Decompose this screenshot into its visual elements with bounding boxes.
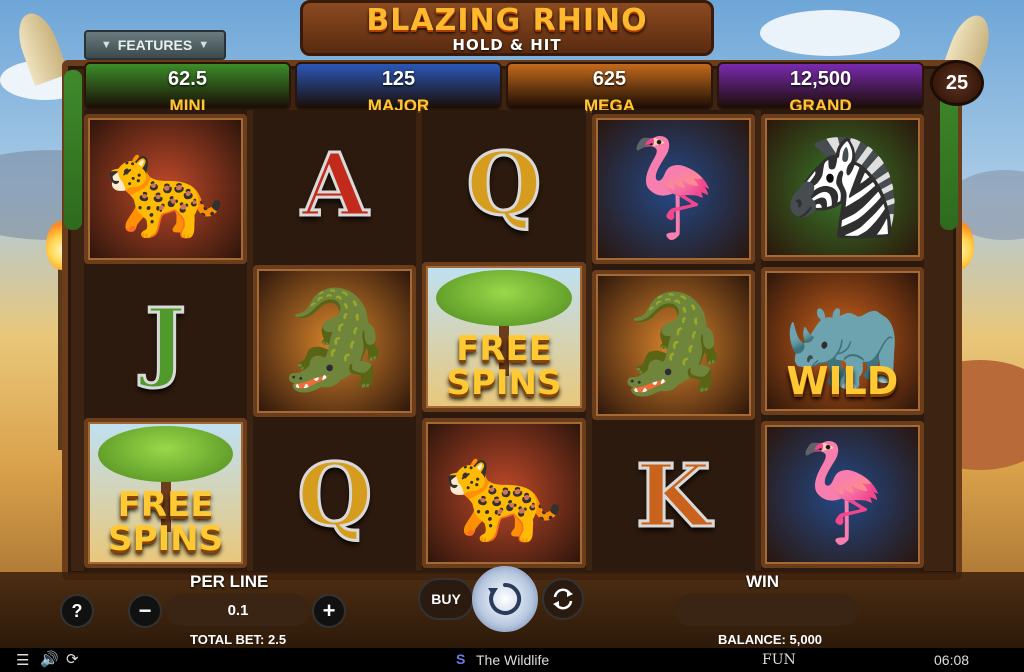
clock: 06:08 (934, 652, 970, 668)
win-value (674, 594, 858, 626)
cheetah-icon: 🐆 (105, 135, 226, 242)
increase-bet-button[interactable]: + (312, 594, 346, 628)
symbol-free-spins: FREE SPINS (422, 262, 586, 412)
decrease-bet-button[interactable]: − (128, 594, 162, 628)
flamingo-icon: 🦩 (613, 135, 733, 242)
symbol-wild-rhino: 🦏 WILD (760, 267, 925, 415)
jackpot-mini: 62.5 MINI (84, 62, 291, 115)
letter-symbol: J (144, 290, 188, 391)
crocodile-icon: 🐊 (275, 287, 395, 394)
autoplay-icon (553, 588, 573, 610)
symbol-free-spins: FREE SPINS (84, 418, 248, 568)
acacia-tree-icon (436, 270, 572, 326)
jackpot-value: 625 (592, 68, 627, 90)
sound-icon[interactable]: 🔊 (40, 650, 59, 668)
symbol-q: Q (422, 114, 585, 256)
crocodile-icon: 🐊 (613, 291, 733, 398)
symbol-flamingo: 🦩 (591, 114, 755, 264)
spin-icon (488, 582, 522, 615)
game-subtitle: HOLD & HIT (452, 36, 562, 54)
letter-symbol: K (634, 446, 712, 547)
reel-1: 🐆 J FREE SPINS (84, 110, 248, 572)
jackpot-value: 62.5 (168, 68, 207, 90)
spin-button[interactable] (472, 566, 538, 632)
cheetah-icon: 🐆 (444, 439, 564, 546)
features-label: FEATURES (117, 37, 193, 53)
jackpot-mega: 625 MEGA (506, 62, 713, 115)
menu-icon[interactable]: ☰ (16, 651, 29, 669)
per-line-value: 0.1 (166, 594, 310, 626)
symbol-cheetah: 🐆 (84, 114, 248, 264)
status-bar: ☰ 🔊 ⟳ S The Wildlife FUN 06:08 (0, 648, 1024, 672)
jackpot-bar: 62.5 MINI 125 MAJOR 625 MEGA 12,500 GRAN… (84, 62, 924, 115)
wild-label: WILD (786, 358, 899, 403)
chevron-down-icon: ▼ (100, 39, 112, 51)
zebra-icon: 🦓 (782, 133, 903, 241)
reel-4: 🦩 🐊 K (591, 110, 755, 572)
flamingo-icon: 🦩 (782, 440, 903, 548)
chevron-down-icon: ▼ (198, 39, 210, 51)
balance: BALANCE: 5,000 (718, 632, 823, 647)
win-label: WIN (746, 572, 780, 591)
reel-grid: 🐆 J FREE SPINS A 🐊 Q Q FREE SPINS 🐆 🦩 🐊 K 🦓 🦏 WILD 🦩 (84, 110, 925, 572)
jackpot-value: 125 (381, 68, 416, 90)
letter-symbol: A (300, 135, 370, 237)
jackpot-grand: 12,500 GRAND (717, 62, 924, 115)
reel-5: 🦓 🦏 WILD 🦩 (760, 110, 925, 572)
reel-2: A 🐊 Q (253, 110, 417, 572)
symbol-a: A (253, 114, 416, 259)
buy-button[interactable]: BUY (418, 578, 474, 620)
help-button[interactable]: ? (60, 594, 94, 628)
features-button[interactable]: ▼ FEATURES ▼ (84, 30, 226, 60)
free-spins-label: FREE SPINS (108, 485, 224, 559)
vine-decoration (64, 70, 82, 230)
jackpot-major: 125 MAJOR (295, 62, 502, 115)
free-spins-label: FREE SPINS (446, 329, 562, 403)
brand-name: The Wildlife (476, 652, 550, 668)
symbol-crocodile: 🐊 (591, 270, 755, 420)
symbol-crocodile: 🐊 (253, 264, 417, 418)
total-bet: TOTAL BET: 2.5 (190, 632, 287, 647)
cloud (760, 10, 900, 56)
turbo-icon[interactable]: ⟳ (66, 650, 79, 668)
symbol-q: Q (253, 423, 416, 568)
symbol-j: J (84, 270, 247, 412)
game-title: BLAZING RHINO (366, 3, 648, 38)
reel-3: Q FREE SPINS 🐆 (422, 110, 586, 572)
autoplay-button[interactable] (542, 578, 584, 620)
brand-logo-icon: S (456, 651, 466, 667)
letter-symbol: Q (296, 444, 374, 546)
paylines-badge: 25 (930, 60, 984, 106)
symbol-k: K (592, 426, 755, 568)
jackpot-value: 12,500 (789, 68, 852, 90)
acacia-tree-icon (98, 426, 234, 482)
symbol-cheetah: 🐆 (422, 418, 586, 568)
symbol-flamingo: 🦩 (760, 420, 925, 568)
per-line-label: PER LINE (190, 572, 269, 591)
play-mode: FUN (762, 652, 796, 668)
game-logo: BLAZING RHINO HOLD & HIT (300, 0, 714, 56)
symbol-zebra: 🦓 (760, 114, 925, 262)
letter-symbol: Q (465, 134, 543, 235)
